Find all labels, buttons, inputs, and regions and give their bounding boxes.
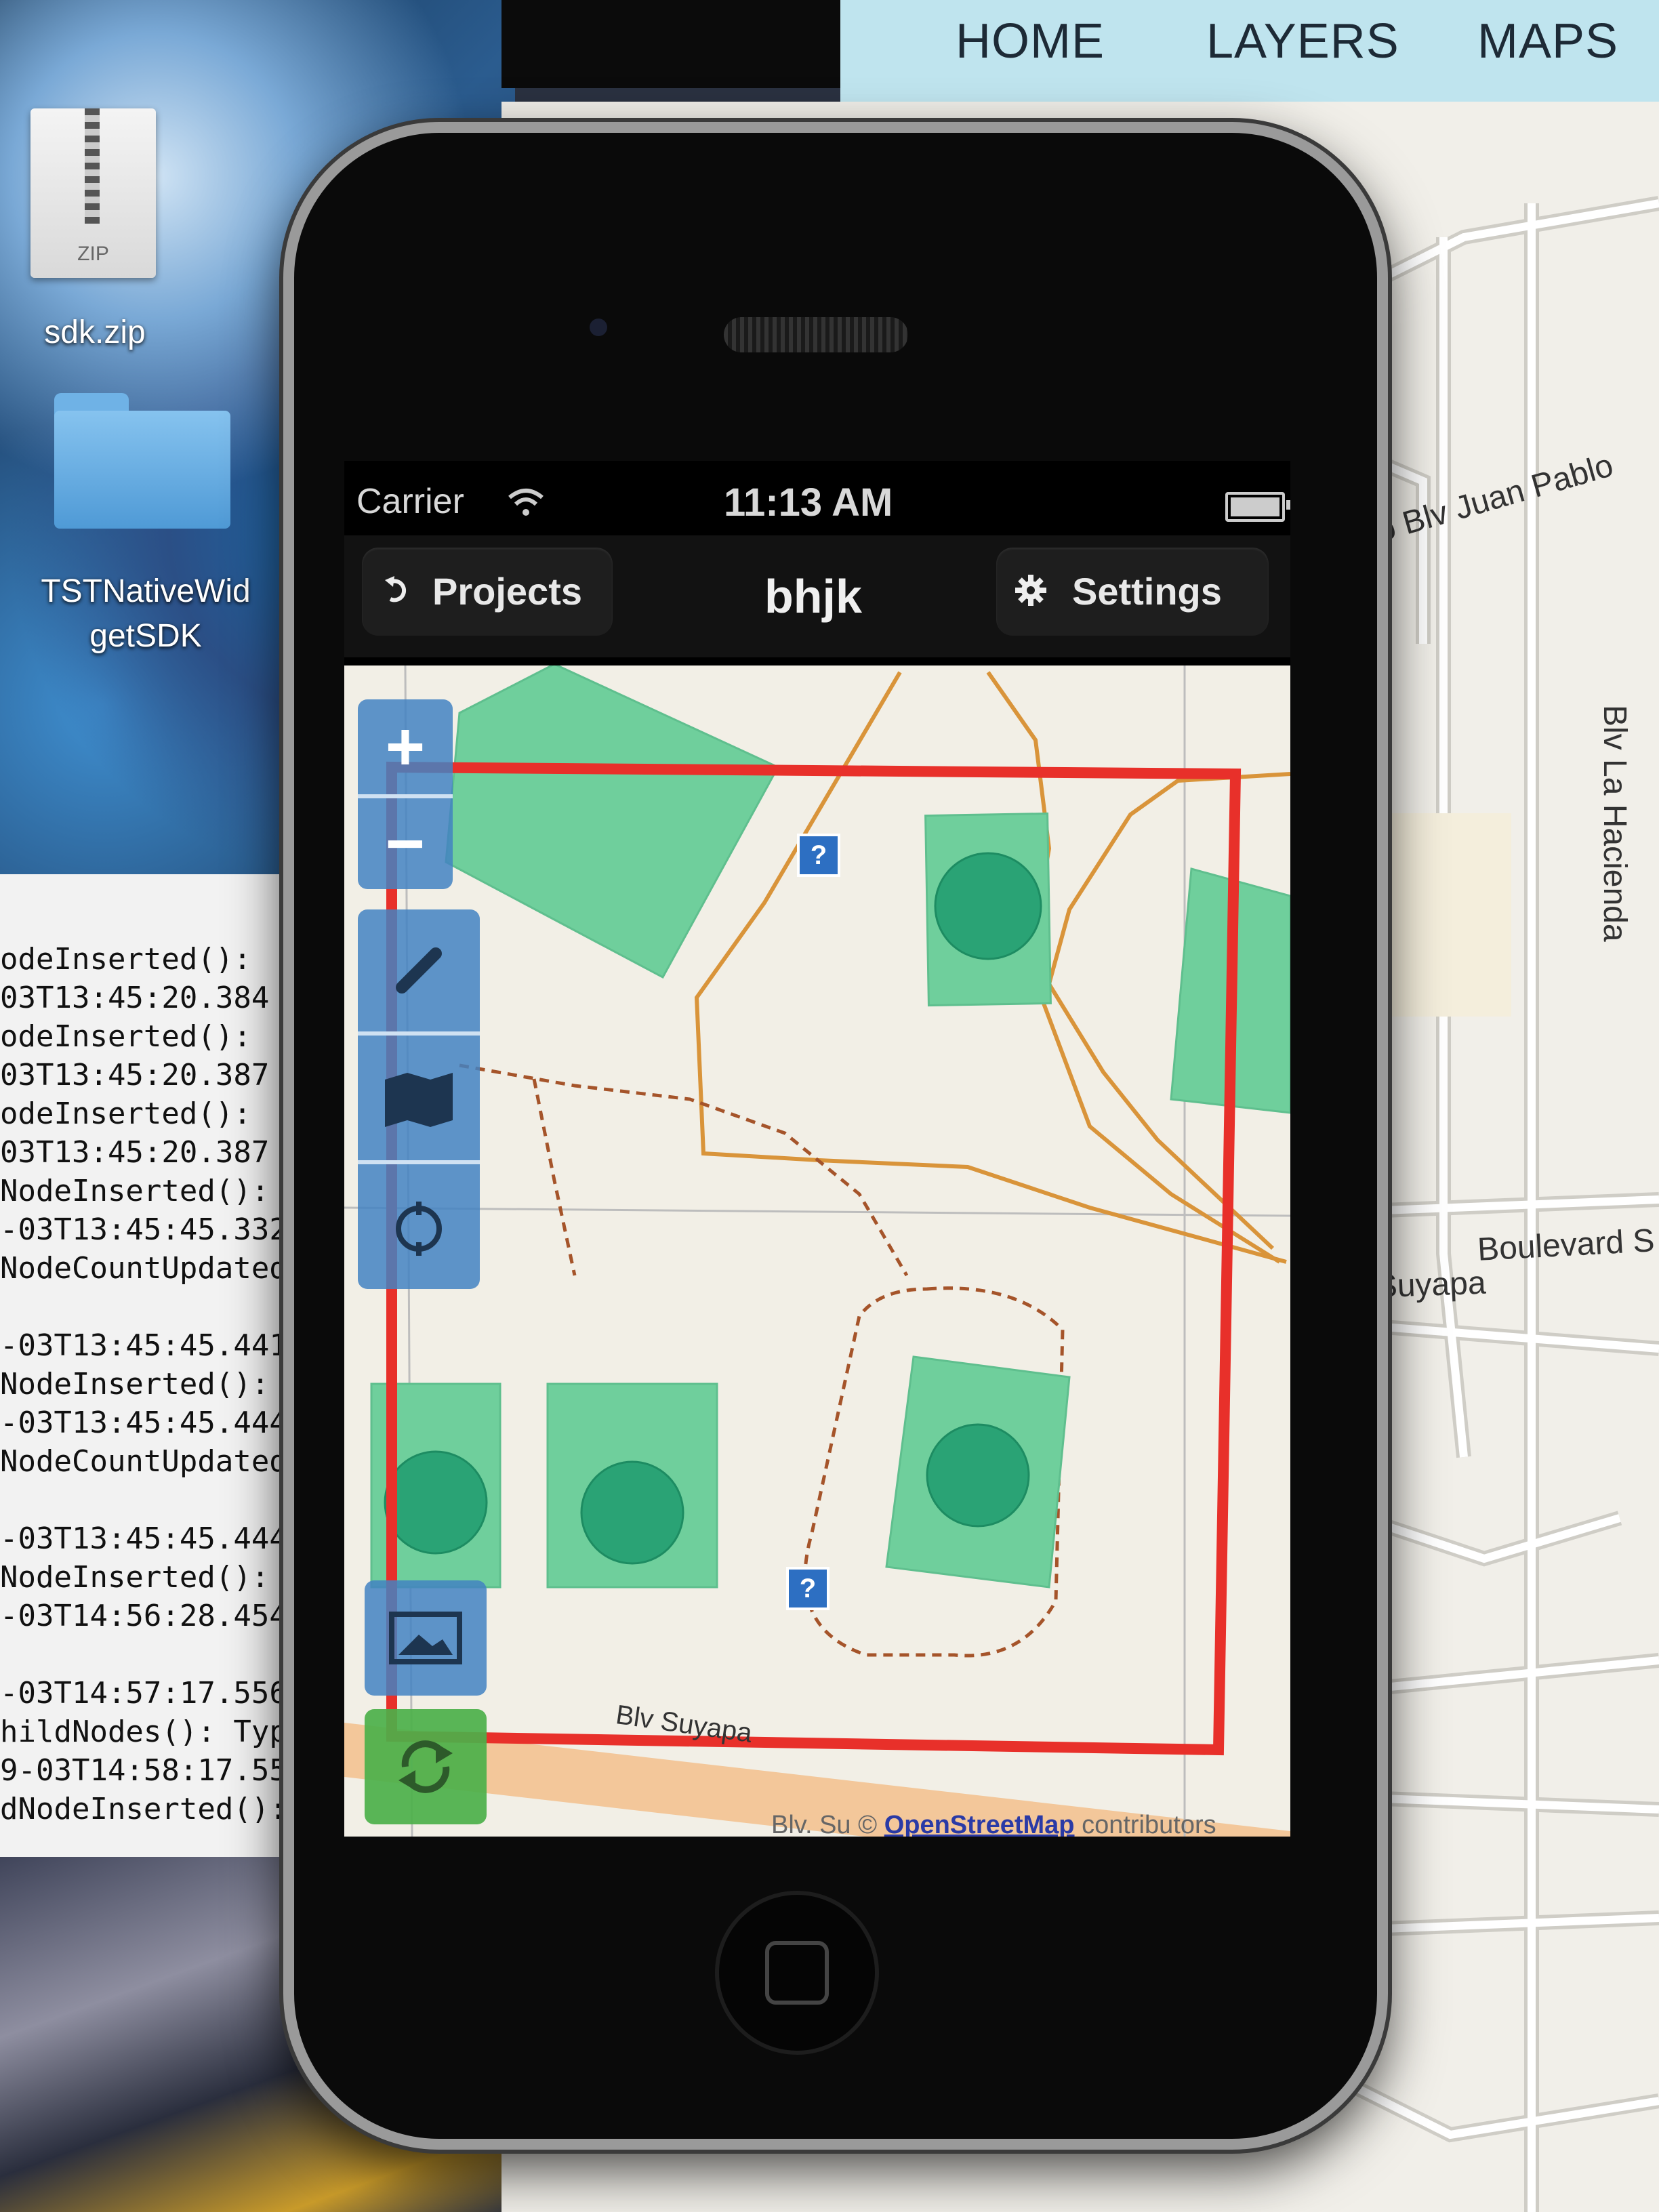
console-line: -03T14:56:28.454 bbox=[0, 1599, 287, 1633]
folder-label-line1: TSTNativeWid bbox=[41, 573, 251, 609]
folder-label-line2: getSDK bbox=[89, 618, 202, 654]
console-log-window: odeInserted(): 03T13:45:20.384 odeInsert… bbox=[0, 874, 319, 1857]
sync-button[interactable] bbox=[365, 1709, 487, 1824]
web-nav-bar: HOME LAYERS MAPS bbox=[840, 0, 1659, 102]
navigation-bar: Projects bhjk Settings bbox=[344, 535, 1290, 657]
zipper-stripe bbox=[85, 108, 100, 224]
console-line: 9-03T14:58:17.557 bbox=[0, 1753, 306, 1788]
console-line: NodeCountUpdated bbox=[0, 1251, 287, 1286]
console-line: -03T13:45:45.332 bbox=[0, 1212, 287, 1247]
console-line: odeInserted(): bbox=[0, 942, 251, 977]
tool-control-group bbox=[358, 909, 480, 1289]
feature-point[interactable] bbox=[384, 1450, 488, 1555]
phone-screen: Carrier 11:13 AM Projects bhjk Settings … bbox=[344, 461, 1290, 1837]
console-line: NodeInserted(): bbox=[0, 1367, 270, 1401]
openstreetmap-link[interactable]: OpenStreetMap bbox=[884, 1811, 1075, 1837]
feature-point[interactable] bbox=[926, 1423, 1030, 1528]
zip-icon-text: ZIP bbox=[77, 243, 109, 265]
console-line: 03T13:45:20.387 bbox=[0, 1135, 270, 1170]
map-attribution: Blv. Su © OpenStreetMap contributors bbox=[771, 1811, 1216, 1837]
sync-control bbox=[365, 1709, 487, 1824]
folder-body bbox=[54, 411, 230, 529]
feature-polygon[interactable] bbox=[445, 665, 780, 979]
sync-icon bbox=[398, 1740, 453, 1793]
folder-label[interactable]: TSTNativeWid getSDK bbox=[14, 569, 278, 659]
console-line: -03T13:45:45.444 bbox=[0, 1521, 287, 1556]
earpiece-speaker bbox=[724, 317, 908, 352]
zoom-control: + − bbox=[358, 699, 453, 889]
web-nav-maps[interactable]: MAPS bbox=[1477, 14, 1618, 69]
console-line: -03T13:45:45.444 bbox=[0, 1406, 287, 1440]
minus-icon: − bbox=[385, 806, 426, 882]
settings-button[interactable]: Settings bbox=[996, 548, 1269, 636]
console-line: NodeCountUpdated bbox=[0, 1444, 287, 1479]
road-label-la-hacienda: Blv La Hacienda bbox=[1597, 705, 1633, 942]
attribution-suffix: contributors bbox=[1082, 1811, 1216, 1837]
image-icon bbox=[389, 1612, 462, 1664]
zip-file-icon[interactable]: ZIP bbox=[30, 108, 156, 278]
settings-label: Settings bbox=[1072, 570, 1222, 613]
status-bar: Carrier 11:13 AM bbox=[344, 461, 1290, 535]
help-marker-icon[interactable]: ? bbox=[786, 1567, 830, 1610]
zoom-in-button[interactable]: + bbox=[358, 699, 453, 794]
map-road-label-2: Blv. Su bbox=[771, 1811, 851, 1837]
console-line: dNodeInserted(): bbox=[0, 1792, 287, 1826]
web-nav-home[interactable]: HOME bbox=[956, 14, 1105, 69]
layers-map-button[interactable] bbox=[358, 1031, 480, 1164]
help-marker-icon[interactable]: ? bbox=[797, 834, 840, 877]
image-button[interactable] bbox=[365, 1580, 487, 1696]
console-line: hildNodes(): Type bbox=[0, 1715, 306, 1749]
map-icon bbox=[385, 1073, 453, 1127]
web-nav-layers[interactable]: LAYERS bbox=[1206, 14, 1399, 69]
console-line: NodeInserted(): bbox=[0, 1174, 270, 1208]
console-line: -03T13:45:45.441 bbox=[0, 1328, 287, 1363]
zoom-out-button[interactable]: − bbox=[358, 794, 453, 889]
console-line: odeInserted(): bbox=[0, 1097, 251, 1131]
battery-icon bbox=[1225, 492, 1290, 522]
feature-point[interactable] bbox=[934, 852, 1042, 960]
console-line: 03T13:45:20.387 bbox=[0, 1058, 270, 1092]
copyright-symbol: © bbox=[858, 1811, 878, 1837]
front-camera bbox=[590, 319, 607, 336]
back-arrow-icon bbox=[385, 576, 407, 602]
folder-icon[interactable] bbox=[54, 393, 230, 529]
status-time: 11:13 AM bbox=[724, 480, 893, 525]
gear-icon bbox=[1015, 575, 1046, 606]
pencil-icon bbox=[396, 947, 442, 994]
console-line: -03T14:57:17.556 bbox=[0, 1676, 287, 1711]
home-button-square-icon bbox=[765, 1941, 829, 2005]
projects-back-button[interactable]: Projects bbox=[362, 548, 613, 636]
carrier-label: Carrier bbox=[356, 482, 464, 521]
crosshair-icon bbox=[396, 1202, 442, 1256]
home-button[interactable] bbox=[715, 1891, 879, 2055]
map-view[interactable]: ? ? Blv Suyapa Blv. Su © OpenStreetMap c… bbox=[344, 665, 1290, 1837]
page-title: bhjk bbox=[764, 570, 862, 623]
feature-point[interactable] bbox=[580, 1460, 684, 1565]
image-control bbox=[365, 1580, 487, 1696]
draw-button[interactable] bbox=[358, 909, 480, 1031]
projects-label: Projects bbox=[432, 570, 582, 613]
console-line: 03T13:45:20.384 bbox=[0, 981, 270, 1015]
locate-button[interactable] bbox=[358, 1160, 480, 1293]
web-page-top-bar bbox=[501, 0, 840, 88]
plus-icon: + bbox=[385, 709, 426, 785]
zip-file-label[interactable]: sdk.zip bbox=[14, 310, 176, 355]
wifi-icon bbox=[508, 489, 544, 516]
console-line: NodeInserted(): bbox=[0, 1560, 270, 1595]
console-line: odeInserted(): bbox=[0, 1019, 251, 1054]
